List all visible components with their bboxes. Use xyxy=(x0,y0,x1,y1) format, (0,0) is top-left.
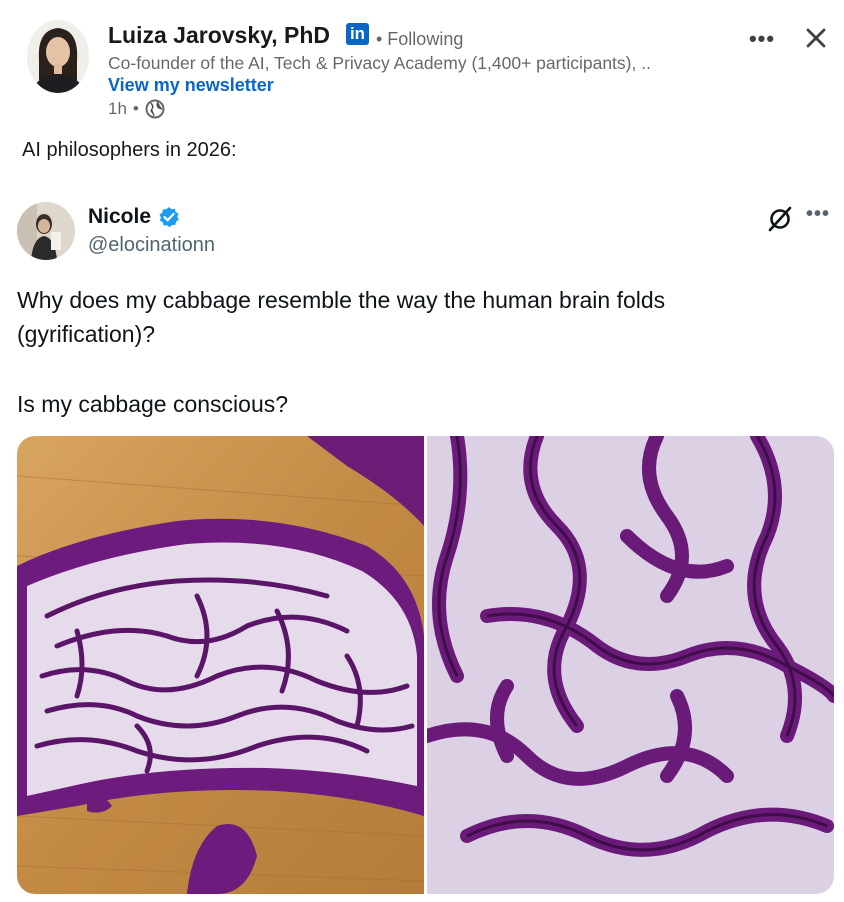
post-time: 1h xyxy=(108,99,127,118)
tweet-author-avatar[interactable] xyxy=(17,202,75,260)
tweet-more-button[interactable]: ••• xyxy=(806,203,830,226)
tweet-author-name[interactable]: Nicole xyxy=(88,205,151,229)
post-meta: 1h • xyxy=(108,99,165,119)
verified-icon xyxy=(158,206,180,228)
tweet-author-handle[interactable]: @elocinationn xyxy=(88,234,215,257)
globe-icon xyxy=(145,99,165,119)
tweet-text-line: Is my cabbage conscious? xyxy=(17,391,289,417)
cabbage-photo-left[interactable] xyxy=(17,436,424,894)
view-newsletter-link[interactable]: View my newsletter xyxy=(108,75,274,96)
post-more-button[interactable]: ••• xyxy=(748,26,776,51)
author-avatar[interactable] xyxy=(27,20,89,93)
follow-status: • Following xyxy=(376,29,464,49)
tweet-text: Why does my cabbage resemble the way the… xyxy=(17,283,817,421)
meta-separator: • xyxy=(132,99,139,118)
author-headline: Co-founder of the AI, Tech & Privacy Aca… xyxy=(108,53,651,73)
cabbage-photo-right[interactable] xyxy=(427,436,834,894)
tweet-media[interactable] xyxy=(17,436,834,894)
close-icon[interactable] xyxy=(802,24,830,52)
post-text: AI philosophers in 2026: xyxy=(22,139,237,161)
linkedin-icon: in xyxy=(346,23,369,45)
tweet-text-line: (gyrification)? xyxy=(17,321,156,347)
author-name[interactable]: Luiza Jarovsky, PhD xyxy=(108,22,330,49)
tweet-text-line: Why does my cabbage resemble the way the… xyxy=(17,287,666,313)
grok-icon[interactable] xyxy=(766,205,794,233)
